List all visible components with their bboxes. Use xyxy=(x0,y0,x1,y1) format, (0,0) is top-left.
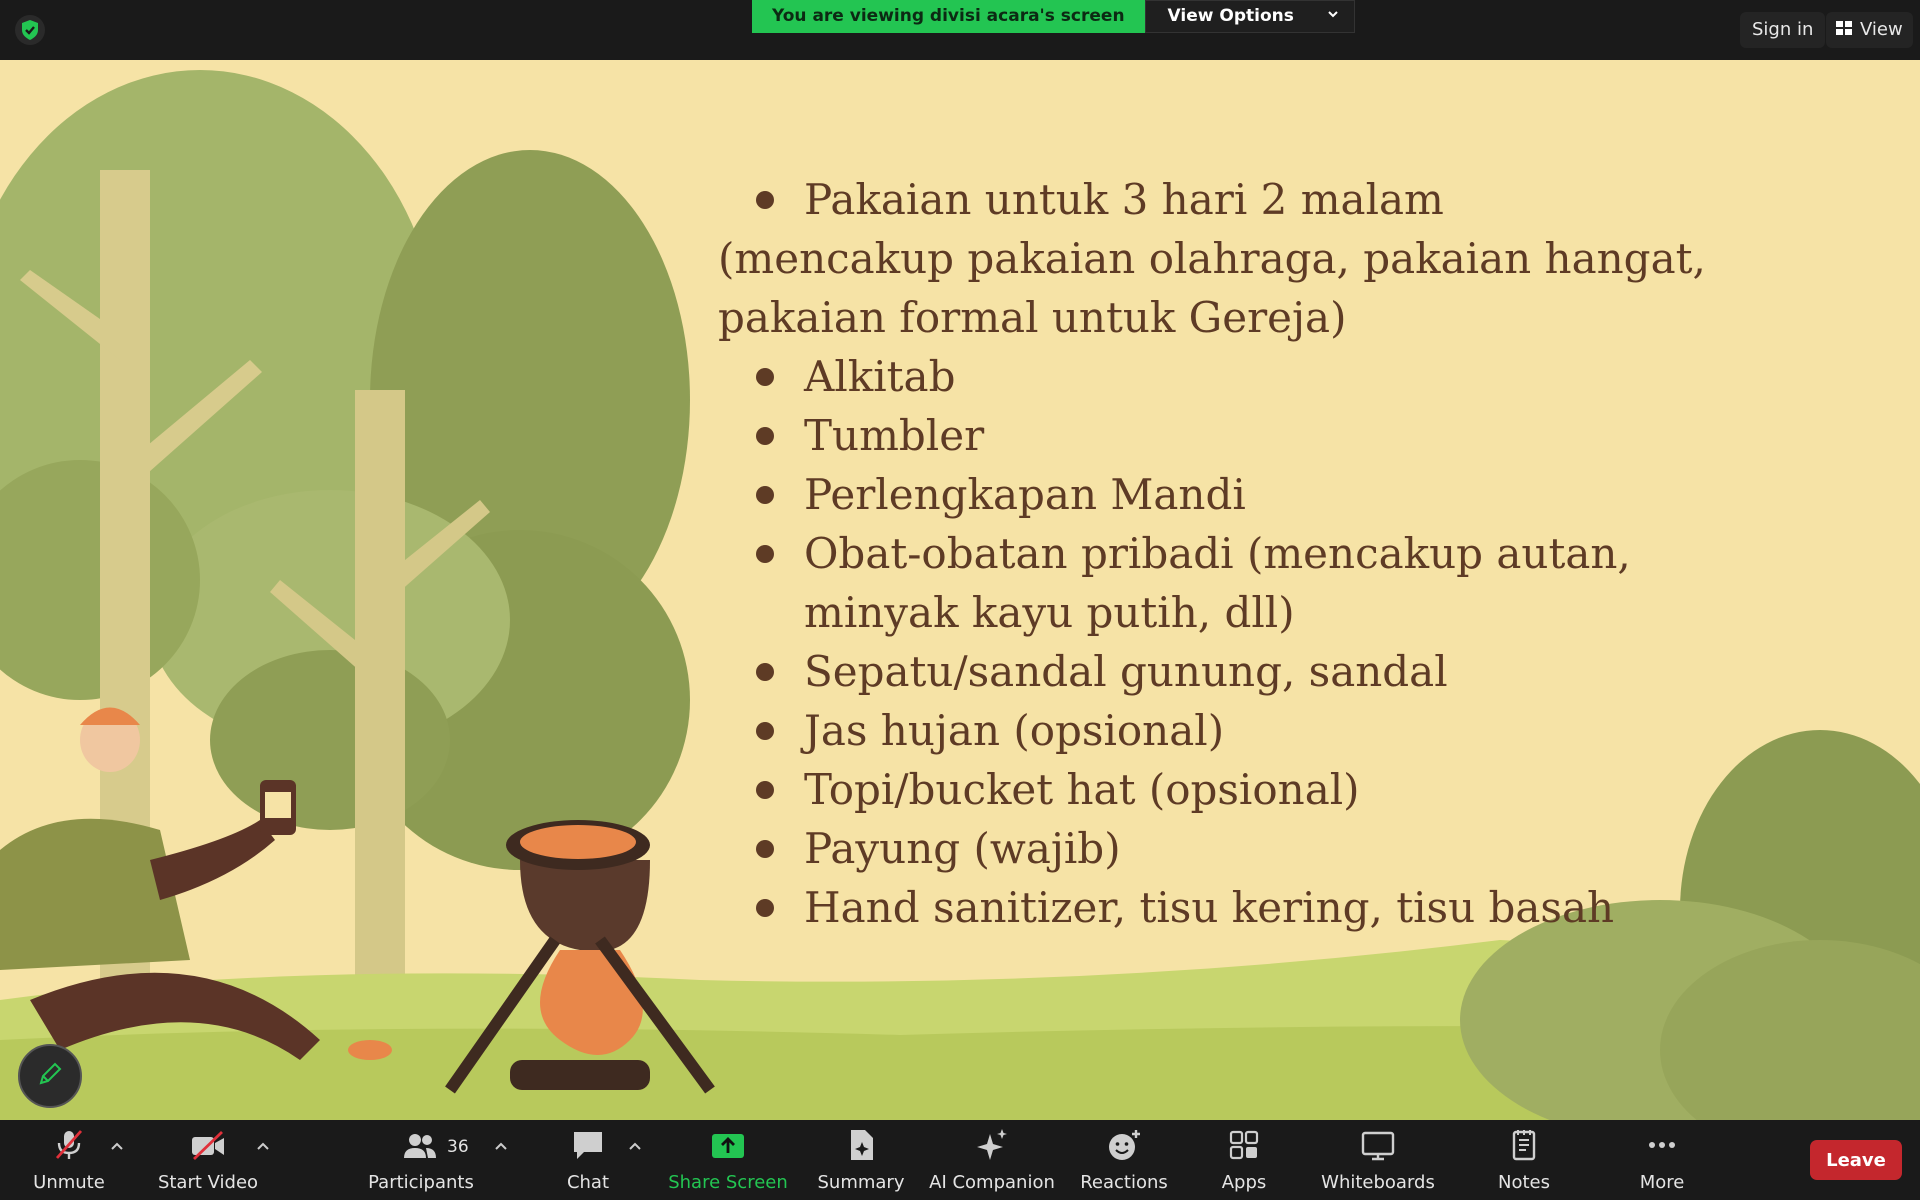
view-options-label: View Options xyxy=(1167,6,1294,26)
whiteboards-button[interactable]: Whiteboards xyxy=(1318,1120,1438,1200)
chevron-down-icon xyxy=(1326,0,1340,33)
pencil-icon xyxy=(37,1061,63,1091)
leave-button[interactable]: Leave xyxy=(1810,1140,1902,1180)
summary-button[interactable]: Summary xyxy=(816,1120,906,1200)
list-item: Jas hujan (opsional) xyxy=(718,701,1888,760)
list-item: Pakaian untuk 3 hari 2 malam xyxy=(718,170,1888,229)
more-dots-icon xyxy=(1644,1128,1680,1166)
list-item-continuation: (mencakup pakaian olahraga, pakaian hang… xyxy=(718,234,1706,283)
ai-companion-button[interactable]: AI Companion xyxy=(929,1120,1055,1200)
notes-icon xyxy=(1506,1128,1542,1166)
apps-icon xyxy=(1226,1128,1262,1166)
apps-button[interactable]: Apps xyxy=(1214,1120,1274,1200)
chat-label: Chat xyxy=(566,1172,610,1193)
audio-options-caret[interactable] xyxy=(110,1136,128,1150)
view-button[interactable]: View xyxy=(1826,12,1913,48)
share-screen-label: Share Screen xyxy=(668,1172,788,1193)
view-button-label: View xyxy=(1860,19,1903,40)
annotate-button[interactable] xyxy=(18,1044,82,1108)
reactions-button[interactable]: Reactions xyxy=(1078,1120,1170,1200)
video-options-caret[interactable] xyxy=(256,1136,274,1150)
shared-screen-slide: Pakaian untuk 3 hari 2 malam (mencakup p… xyxy=(0,60,1920,1120)
meeting-top-bar: You are viewing divisi acara's screen Vi… xyxy=(0,0,1920,60)
chat-icon xyxy=(570,1128,606,1166)
summary-label: Summary xyxy=(817,1172,905,1193)
screen-share-banner: You are viewing divisi acara's screen Vi… xyxy=(752,0,1355,33)
start-video-button[interactable]: Start Video xyxy=(158,1120,258,1200)
chat-button[interactable]: Chat xyxy=(556,1120,620,1200)
list-item: Hand sanitizer, tisu kering, tisu basah xyxy=(718,878,1888,937)
list-item: Payung (wajib) xyxy=(718,819,1888,878)
video-off-icon xyxy=(190,1128,226,1166)
list-item: Topi/bucket hat (opsional) xyxy=(718,760,1888,819)
grid-view-icon xyxy=(1836,12,1852,48)
more-button[interactable]: More xyxy=(1632,1120,1692,1200)
list-item: Perlengkapan Mandi xyxy=(718,465,1888,524)
unmute-button[interactable]: Unmute xyxy=(26,1120,112,1200)
list-item: Alkitab xyxy=(718,347,1888,406)
chat-options-caret[interactable] xyxy=(628,1136,646,1150)
start-video-label: Start Video xyxy=(157,1172,259,1193)
notes-label: Notes xyxy=(1498,1172,1550,1193)
ai-sparkle-icon xyxy=(974,1128,1010,1166)
shield-check-icon[interactable] xyxy=(14,14,46,46)
more-label: More xyxy=(1639,1172,1685,1193)
sign-in-button[interactable]: Sign in xyxy=(1740,12,1826,48)
viewing-screen-label: You are viewing divisi acara's screen xyxy=(752,0,1145,33)
list-item-continuation: minyak kayu putih, dll) xyxy=(804,588,1295,637)
summary-icon xyxy=(843,1128,879,1166)
share-screen-icon xyxy=(710,1128,746,1166)
microphone-muted-icon xyxy=(51,1128,87,1166)
ai-companion-label: AI Companion xyxy=(929,1172,1055,1193)
list-item-continuation: pakaian formal untuk Gereja) xyxy=(718,293,1347,342)
reactions-icon xyxy=(1106,1128,1142,1166)
unmute-label: Unmute xyxy=(33,1172,105,1193)
participants-button[interactable]: Participants xyxy=(366,1120,476,1200)
share-screen-button[interactable]: Share Screen xyxy=(668,1120,788,1200)
list-item: Obat-obatan pribadi (mencakup autan, xyxy=(718,524,1888,583)
list-item: Sepatu/sandal gunung, sandal xyxy=(718,642,1888,701)
meeting-toolbar: Unmute Start Video Participants 36 Chat … xyxy=(0,1120,1920,1200)
apps-label: Apps xyxy=(1221,1172,1267,1193)
whiteboards-label: Whiteboards xyxy=(1321,1172,1435,1193)
reactions-label: Reactions xyxy=(1080,1172,1168,1193)
notes-button[interactable]: Notes xyxy=(1494,1120,1554,1200)
participants-count: 36 xyxy=(447,1137,469,1157)
packing-list: Pakaian untuk 3 hari 2 malam (mencakup p… xyxy=(718,170,1888,937)
participants-label: Participants xyxy=(368,1172,474,1193)
view-options-button[interactable]: View Options xyxy=(1144,0,1355,33)
whiteboard-icon xyxy=(1360,1128,1396,1166)
participants-options-caret[interactable] xyxy=(494,1136,512,1150)
participants-icon xyxy=(402,1128,438,1166)
list-item: Tumbler xyxy=(718,406,1888,465)
